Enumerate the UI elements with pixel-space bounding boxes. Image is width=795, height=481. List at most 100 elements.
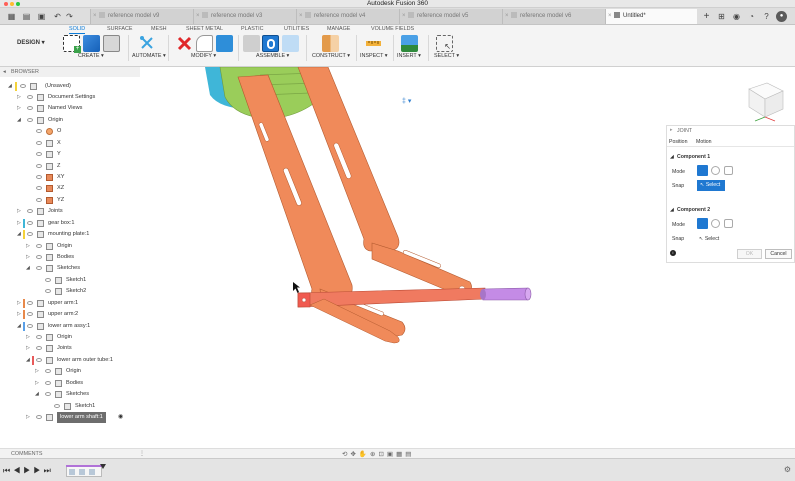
assemble-menu[interactable]: ASSEMBLE ▾: [256, 53, 289, 59]
create-menu[interactable]: CREATE ▾: [78, 53, 104, 59]
expand-arrow-icon[interactable]: ▷: [17, 103, 21, 114]
visibility-eye-icon[interactable]: [45, 380, 51, 385]
timeline-feature-icon[interactable]: [89, 469, 95, 475]
browser-tree-row[interactable]: X: [0, 138, 140, 149]
tab-motion[interactable]: Motion: [696, 139, 712, 145]
go-to-start-icon[interactable]: ⏮: [3, 466, 13, 475]
new-tab-icon[interactable]: +: [701, 11, 712, 22]
collapse-arrow-icon[interactable]: ◢: [26, 263, 30, 274]
visibility-eye-icon[interactable]: [27, 106, 33, 111]
user-avatar-icon[interactable]: ●: [776, 11, 787, 22]
as-built-joint-icon[interactable]: [282, 35, 299, 52]
visibility-eye-icon[interactable]: [27, 209, 33, 214]
fillet-icon[interactable]: [216, 35, 233, 52]
visibility-eye-icon[interactable]: [36, 255, 42, 260]
browser-tree-row[interactable]: ◢ Sketches: [0, 263, 140, 274]
create-form-icon[interactable]: [103, 35, 120, 52]
expand-arrow-icon[interactable]: ▷: [17, 206, 21, 217]
grid-settings-icon[interactable]: ▦: [396, 451, 405, 458]
step-forward-icon[interactable]: ▶: [33, 466, 43, 475]
new-component-icon[interactable]: [243, 35, 260, 52]
visibility-eye-icon[interactable]: [27, 220, 33, 225]
browser-header[interactable]: ◂ BROWSER: [0, 67, 140, 77]
visibility-eye-icon[interactable]: [36, 175, 42, 179]
play-icon[interactable]: ▶: [23, 466, 33, 475]
inspect-menu[interactable]: INSPECT ▾: [360, 53, 387, 59]
expand-arrow-icon[interactable]: ▷: [26, 343, 30, 354]
browser-tree-row[interactable]: ▷ gear box:1: [0, 218, 140, 229]
visibility-eye-icon[interactable]: [36, 266, 42, 271]
ribbon-tab-mesh[interactable]: MESH: [151, 26, 167, 32]
visibility-eye-icon[interactable]: [27, 323, 33, 328]
measure-icon[interactable]: [365, 35, 382, 52]
visibility-eye-icon[interactable]: [36, 152, 42, 157]
activate-radio-icon[interactable]: ◉: [118, 412, 123, 423]
browser-tree-row[interactable]: ▷ Document Settings: [0, 92, 140, 103]
tab-reference-model-v6[interactable]: × reference model v6: [502, 9, 605, 24]
press-pull-icon[interactable]: [196, 35, 213, 52]
tab-reference-model-v4[interactable]: × reference model v4: [296, 9, 399, 24]
select-icon[interactable]: ↖: [436, 35, 453, 52]
tab-reference-model-v9[interactable]: × reference model v9: [90, 9, 193, 24]
step-back-icon[interactable]: ◀: [13, 466, 23, 475]
browser-tree-row[interactable]: ▷ Bodies: [0, 378, 140, 389]
tab-reference-model-v3[interactable]: × reference model v3: [193, 9, 296, 24]
browser-tree-row[interactable]: ◢ Origin: [0, 115, 140, 126]
view-cube-icon[interactable]: [739, 77, 789, 122]
browser-tree-row[interactable]: ▷ Origin: [0, 241, 140, 252]
display-settings-icon[interactable]: ▣: [387, 451, 396, 458]
ribbon-tab-surface[interactable]: SURFACE: [107, 26, 132, 32]
offset-plane-icon[interactable]: [322, 35, 339, 52]
expand-arrow-icon[interactable]: ▷: [26, 332, 30, 343]
component2-toggle-icon[interactable]: ◢: [670, 207, 674, 213]
browser-tree-row[interactable]: ▷ Joints: [0, 206, 140, 217]
delete-icon[interactable]: [176, 35, 193, 52]
visibility-eye-icon[interactable]: [27, 300, 33, 305]
visibility-eye-icon[interactable]: [36, 415, 42, 420]
automate-icon[interactable]: [139, 35, 156, 52]
visibility-eye-icon[interactable]: [36, 357, 42, 362]
mode-between-two-faces-button[interactable]: [711, 166, 720, 175]
insert-image-icon[interactable]: [401, 35, 418, 52]
visibility-eye-icon[interactable]: [36, 140, 42, 145]
visibility-eye-icon[interactable]: [36, 346, 42, 351]
ribbon-tab-utilities[interactable]: UTILITIES: [284, 26, 309, 32]
extensions-icon[interactable]: ⊞: [716, 11, 727, 22]
collapse-icon[interactable]: ◂: [3, 67, 6, 77]
visibility-eye-icon[interactable]: [45, 277, 51, 282]
expand-arrow-icon[interactable]: ▷: [26, 241, 30, 252]
visibility-eye-icon[interactable]: [36, 129, 42, 134]
snap-select-button[interactable]: ↖ Select: [697, 180, 725, 191]
help-icon[interactable]: ?: [761, 11, 772, 22]
ribbon-tab-manage[interactable]: MANAGE: [327, 26, 350, 32]
browser-tree-row[interactable]: ▷ Origin: [0, 366, 140, 377]
browser-tree-row[interactable]: ◢ mounting plate:1: [0, 229, 140, 240]
collapse-arrow-icon[interactable]: ◢: [17, 321, 21, 332]
joint-icon[interactable]: [262, 35, 279, 52]
ribbon-tab-plastic[interactable]: PLASTIC: [241, 26, 263, 32]
browser-tree-row[interactable]: O: [0, 126, 140, 137]
comments-expand-icon[interactable]: ⋮: [139, 450, 145, 457]
visibility-eye-icon[interactable]: [45, 392, 51, 397]
browser-tree-row[interactable]: ▷ Named Views: [0, 103, 140, 114]
create-sketch-icon[interactable]: +: [63, 35, 81, 53]
expand-arrow-icon[interactable]: ▷: [35, 366, 39, 377]
expand-arrow-icon[interactable]: ▷: [17, 298, 21, 309]
browser-tree-row[interactable]: ▷ upper arm:2: [0, 309, 140, 320]
visibility-eye-icon[interactable]: [27, 232, 33, 237]
visibility-eye-icon[interactable]: [36, 335, 42, 340]
save-icon[interactable]: ▣: [36, 11, 47, 22]
browser-tree-row[interactable]: Sketch1: [0, 275, 140, 286]
browser-tree-row[interactable]: ▷ upper arm:1: [0, 298, 140, 309]
browser-tree-row[interactable]: Sketch1: [0, 401, 140, 412]
collapse-arrow-icon[interactable]: ◢: [17, 115, 21, 126]
browser-tree-row[interactable]: Sketch2: [0, 286, 140, 297]
ribbon-tab-sheet-metal[interactable]: SHEET METAL: [186, 26, 223, 32]
mode-simple-button-2[interactable]: [697, 218, 708, 229]
timeline-feature-icon[interactable]: [69, 469, 75, 475]
visibility-eye-icon[interactable]: [36, 163, 42, 168]
data-panel-icon[interactable]: ▦: [6, 11, 17, 22]
insert-menu[interactable]: INSERT ▾: [397, 53, 421, 59]
lower-arm-shaft-body[interactable]: [480, 287, 532, 301]
browser-tree-row[interactable]: Y: [0, 149, 140, 160]
